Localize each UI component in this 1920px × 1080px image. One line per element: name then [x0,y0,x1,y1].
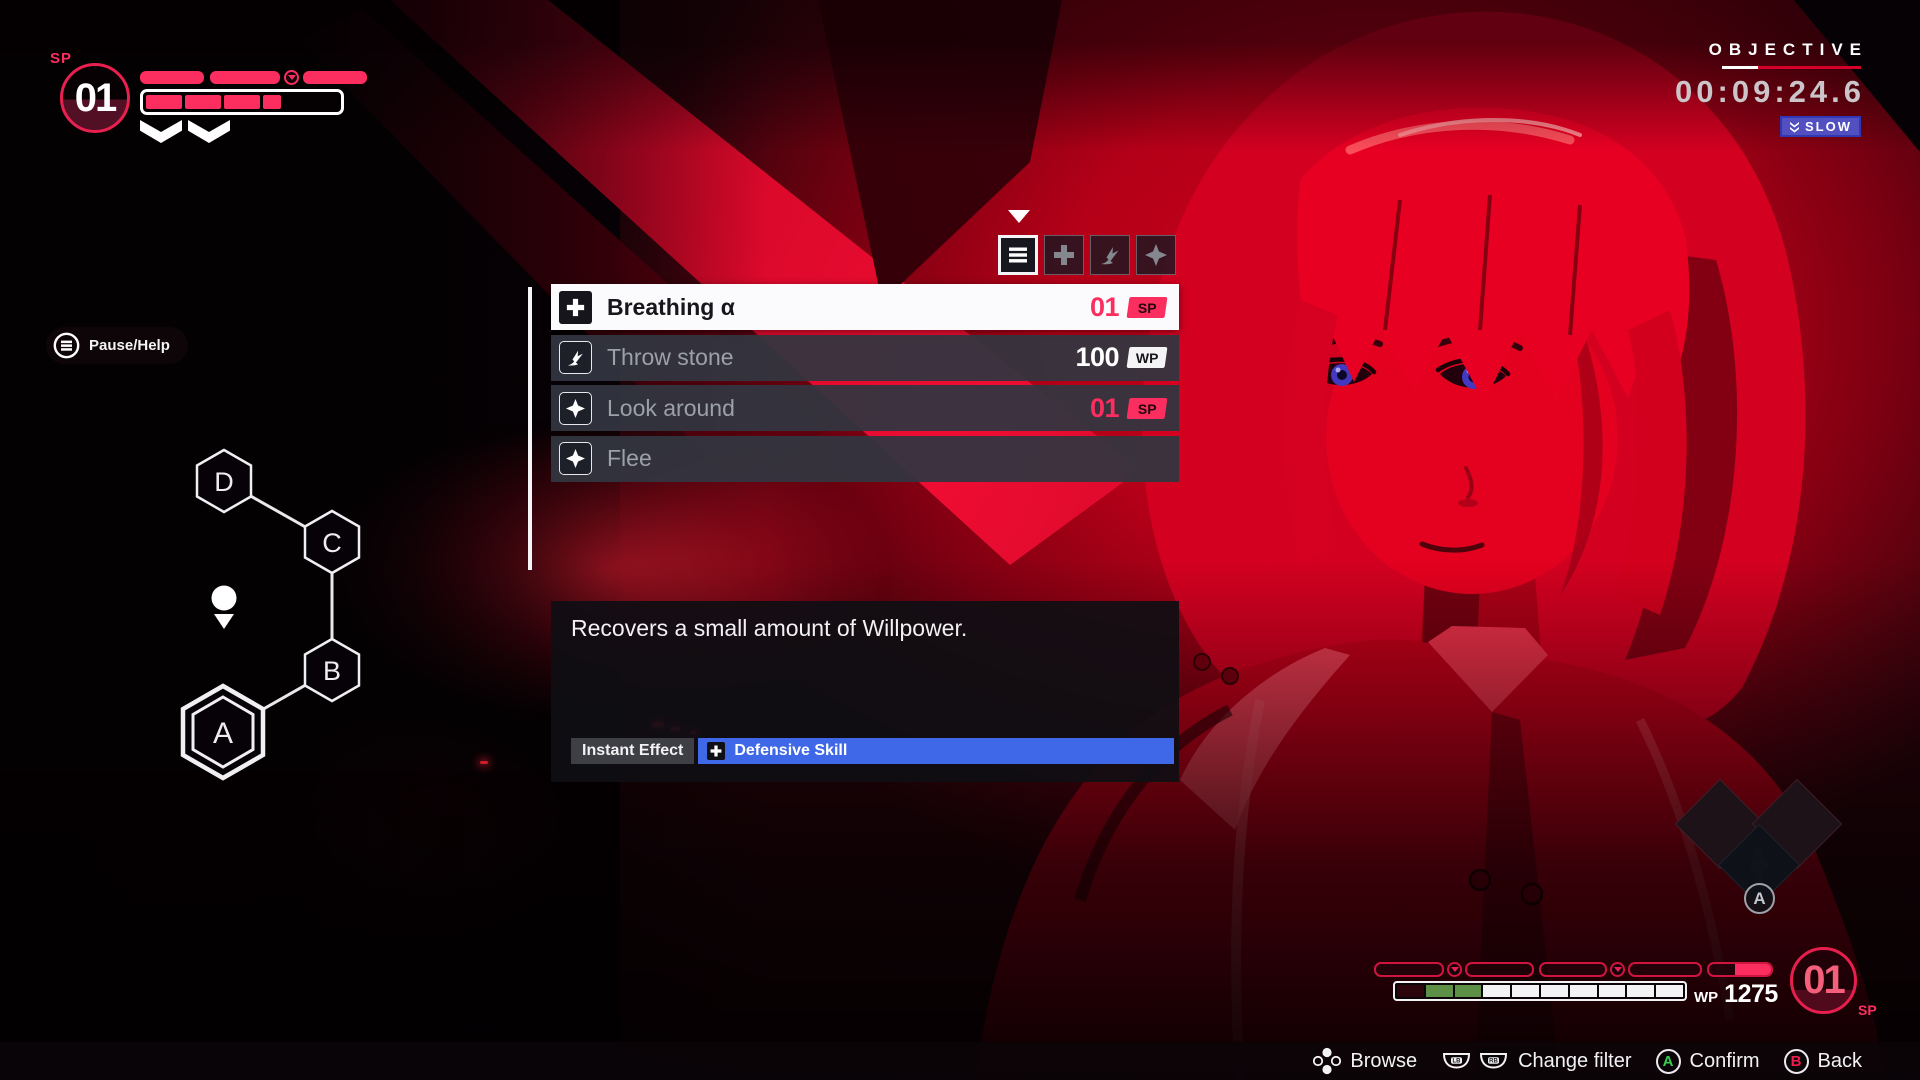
star-icon [559,392,592,425]
turn-gauge-segment [1628,962,1702,977]
command-flee[interactable]: Flee [551,436,1179,482]
objective-timer: 00:09:24.6 [1675,74,1865,110]
scene-ember-light [480,761,488,764]
map-node-label: D [214,467,234,497]
change-filter-hint[interactable]: LB RB Change filter [1441,1050,1631,1073]
command-throw-stone[interactable]: Throw stone 100 WP [551,335,1179,381]
effect-type-value: Defensive Skill [734,742,847,760]
effect-type-bar: Defensive Skill [698,738,1174,764]
cost-type-badge: SP [1127,398,1168,419]
objective-title: OBJECTIVE [1709,40,1868,60]
a-button-icon: A [1656,1049,1681,1074]
wp-gauge-segment [1599,985,1626,997]
map-node-label: C [322,528,342,558]
cost-value: 01 [1090,393,1119,424]
objective-panel: OBJECTIVE 00:09:24.6 SLOW [1675,40,1861,137]
command-label: Breathing α [607,294,735,321]
svg-text:LB: LB [1453,1059,1462,1065]
back-label: Back [1818,1050,1862,1073]
party-sp-label: SP [1858,1002,1877,1018]
dpad-icon [1313,1047,1341,1075]
attack-icon [559,341,592,374]
control-hints-bar: Browse LB RB Change filter A Confirm B B… [0,1042,1920,1080]
double-chevron-down-icon [1789,121,1800,133]
command-breathing-alpha[interactable]: Breathing α 01 SP [551,284,1179,330]
browse-label: Browse [1350,1050,1417,1073]
party-sp-value: 01 [1803,958,1844,1003]
menu-icon [1008,245,1028,265]
rb-bumper-icon: RB [1478,1051,1509,1071]
browse-hint[interactable]: Browse [1313,1047,1417,1075]
selected-tab-indicator [1008,210,1030,223]
star-icon [559,442,592,475]
wp-gauge-segment [1483,985,1510,997]
lb-bumper-icon: LB [1441,1051,1472,1071]
character-silhouette-icon [1742,845,1776,885]
wp-gauge-segment [1455,985,1482,997]
wp-gauge-segment [1541,985,1568,997]
wp-gauge-segment [1627,985,1654,997]
wp-gauge-segment [1656,985,1683,997]
battle-command-list: Breathing α 01 SP Throw stone 100 WP Loo… [551,284,1179,482]
confirm-action-button[interactable]: A [1744,883,1775,914]
turn-gauge-segment [1539,962,1607,977]
change-filter-label: Change filter [1518,1050,1631,1073]
slow-status-label: SLOW [1805,119,1852,134]
back-hint[interactable]: B Back [1784,1049,1862,1074]
slow-status-badge: SLOW [1780,116,1861,137]
party-wp-readout: WP 1275 [1694,980,1778,1009]
wp-value: 1275 [1724,980,1778,1009]
confirm-hint[interactable]: A Confirm [1656,1049,1760,1074]
command-look-around[interactable]: Look around 01 SP [551,385,1179,431]
tab-attacks[interactable] [1090,235,1130,275]
skill-info-panel: Recovers a small amount of Willpower. In… [551,601,1179,782]
cost-value: 100 [1075,342,1119,373]
objective-progress-line [1722,66,1861,69]
wp-unit-label: WP [1694,989,1718,1006]
command-label: Flee [607,445,652,472]
command-label: Look around [607,395,735,422]
wp-gauge-segment [1397,985,1424,997]
turn-gauge-segment [1465,962,1534,977]
effect-timing-label: Instant Effect [571,738,694,764]
cost-type-badge: WP [1127,347,1168,368]
party-sp-counter: 01 [1790,947,1857,1014]
wp-gauge-segment [1512,985,1539,997]
attack-icon [1099,244,1121,266]
tab-skills[interactable] [1136,235,1176,275]
b-button-icon: B [1784,1049,1809,1074]
turn-gauge-marker [1447,962,1462,977]
party-wp-gauge [1393,981,1687,1001]
menu-accent-line [528,287,532,570]
party-turn-gauge [1374,962,1773,977]
plus-icon [707,742,725,760]
command-label: Throw stone [607,344,734,371]
location-pin [212,586,237,611]
cost-type-badge: SP [1127,297,1168,318]
command-cost: 01 SP [1090,393,1166,424]
cost-value: 01 [1090,292,1119,323]
wp-gauge-segments [1397,985,1683,997]
turn-gauge-segment [1707,962,1773,977]
map-node-label: B [323,656,341,686]
turn-gauge-segment [1374,962,1444,977]
skill-description: Recovers a small amount of Willpower. [571,613,1151,643]
plus-icon [1053,244,1075,266]
location-pin-tip [214,614,234,629]
wp-gauge-segment [1570,985,1597,997]
turn-gauge-marker [1610,962,1625,977]
wp-gauge-segment [1426,985,1453,997]
svg-text:RB: RB [1489,1059,1498,1065]
tab-items[interactable] [1044,235,1084,275]
command-cost: 100 WP [1075,342,1166,373]
star-icon [1145,244,1167,266]
command-cost: 01 SP [1090,292,1166,323]
area-map: D C B A [0,0,420,800]
map-node-label: A [213,717,233,750]
confirm-label: Confirm [1690,1050,1760,1073]
action-button-letter: A [1753,889,1765,909]
plus-icon [559,291,592,324]
tab-all-commands[interactable] [998,235,1038,275]
turn-gauge-fill [1735,964,1771,975]
